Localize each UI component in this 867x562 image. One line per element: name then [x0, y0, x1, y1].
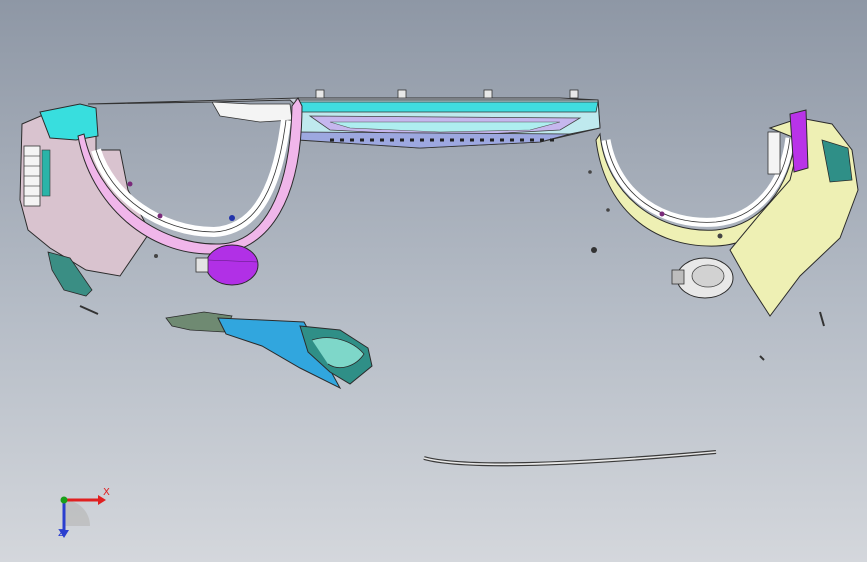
- y-axis-dot: [60, 496, 68, 504]
- assembly-model[interactable]: [0, 0, 867, 562]
- mirror-bracket-assembly[interactable]: [165, 311, 373, 390]
- triad-plane-shading: [64, 500, 90, 526]
- cad-3d-viewport[interactable]: X Y Z: [0, 0, 867, 562]
- cross-member-beam[interactable]: [87, 89, 601, 149]
- fuel-filler-housing[interactable]: [671, 257, 734, 299]
- orientation-triad[interactable]: X Y Z: [40, 478, 120, 548]
- right-fender-assembly[interactable]: [588, 109, 859, 361]
- x-axis-label: X: [103, 487, 110, 498]
- z-axis-label: Z: [58, 528, 65, 539]
- left-fender-assembly[interactable]: [19, 97, 303, 315]
